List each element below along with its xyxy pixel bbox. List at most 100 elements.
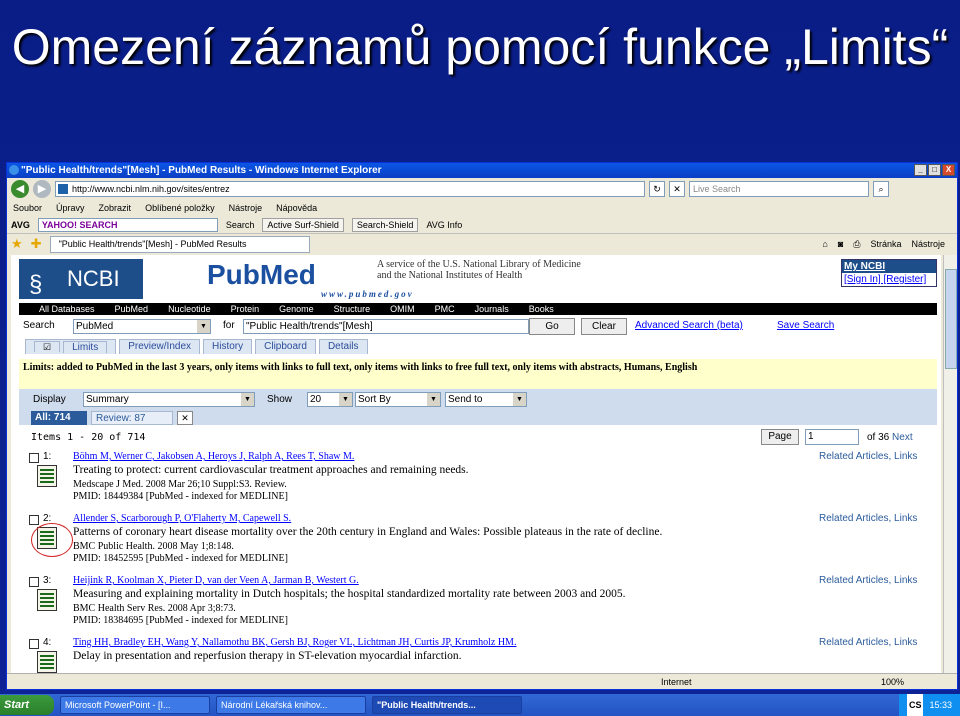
- menu-nastroje[interactable]: Nástroje: [229, 200, 263, 216]
- active-surf-shield-button[interactable]: Active Surf-Shield: [262, 217, 344, 232]
- result-checkbox[interactable]: [29, 577, 39, 587]
- window-title: "Public Health/trends"[Mesh] - PubMed Re…: [21, 165, 382, 176]
- db-all-databases[interactable]: All Databases: [39, 303, 95, 315]
- favorites-star-icon[interactable]: ★: [11, 236, 23, 252]
- my-ncbi-title[interactable]: My NCBI: [842, 260, 936, 273]
- document-icon[interactable]: [37, 465, 57, 487]
- advanced-search-link[interactable]: Advanced Search (beta): [635, 320, 743, 331]
- db-protein[interactable]: Protein: [231, 303, 260, 315]
- document-icon[interactable]: [37, 651, 57, 673]
- menu-upravy[interactable]: Úpravy: [56, 200, 85, 216]
- tab-clipboard[interactable]: Clipboard: [255, 339, 316, 354]
- checkbox-icon[interactable]: ☑: [34, 341, 61, 352]
- sign-in-register-links[interactable]: [Sign In] [Register]: [842, 273, 936, 286]
- add-favorites-icon[interactable]: ✚: [31, 236, 42, 252]
- clear-button[interactable]: Clear: [581, 318, 627, 335]
- window-titlebar: "Public Health/trends"[Mesh] - PubMed Re…: [7, 163, 957, 178]
- result-authors[interactable]: Ting HH, Bradley EH, Wang Y, Nallamothu …: [73, 637, 516, 648]
- taskbar-item-nlk[interactable]: Národní Lékařská knihov...: [216, 696, 366, 714]
- vertical-scrollbar[interactable]: [943, 255, 957, 675]
- result-pmid: PMID: 18452595 [PubMed - indexed for MED…: [73, 553, 288, 564]
- result-checkbox[interactable]: [29, 639, 39, 649]
- tab-limits[interactable]: ☑ Limits: [25, 339, 117, 354]
- db-pmc[interactable]: PMC: [435, 303, 455, 315]
- search-shield-button[interactable]: Search-Shield: [351, 217, 419, 232]
- search-query-input[interactable]: "Public Health/trends"[Mesh]: [243, 319, 529, 334]
- page-menu[interactable]: Stránka: [870, 239, 901, 250]
- forward-button[interactable]: ▶: [33, 180, 51, 198]
- db-structure[interactable]: Structure: [334, 303, 371, 315]
- search-icon[interactable]: ⌕: [873, 181, 889, 197]
- back-button[interactable]: ◀: [11, 180, 29, 198]
- menu-soubor[interactable]: Soubor: [13, 200, 42, 216]
- db-pubmed[interactable]: PubMed: [115, 303, 149, 315]
- result-checkbox[interactable]: [29, 515, 39, 525]
- search-label: Search: [23, 320, 55, 331]
- result-authors[interactable]: Allender S, Scarborough P, O'Flaherty M,…: [73, 513, 291, 524]
- chevron-down-icon: ▼: [339, 393, 352, 406]
- taskbar-item-pubmed[interactable]: "Public Health/trends...: [372, 696, 522, 714]
- minimize-button[interactable]: _: [914, 164, 927, 176]
- tab-pubmed-results[interactable]: "Public Health/trends"[Mesh] - PubMed Re…: [49, 235, 310, 253]
- print-icon[interactable]: ⎙: [853, 239, 860, 250]
- service-line-1[interactable]: A service of the U.S. National Library o…: [377, 259, 581, 270]
- yahoo-search-input[interactable]: YAHOO! SEARCH: [37, 217, 218, 232]
- related-articles-links[interactable]: Related Articles, Links: [819, 575, 917, 586]
- start-button[interactable]: Start: [0, 695, 54, 715]
- language-indicator[interactable]: CS: [906, 694, 924, 716]
- live-search-input[interactable]: Live Search: [689, 181, 869, 197]
- rss-icon[interactable]: ◙: [838, 239, 843, 250]
- tools-menu[interactable]: Nástroje: [911, 239, 945, 250]
- db-nucleotide[interactable]: Nucleotide: [168, 303, 211, 315]
- chevron-down-icon: ▼: [513, 393, 526, 406]
- avg-button[interactable]: AVG: [11, 220, 30, 230]
- tab-all-results[interactable]: All: 714: [31, 411, 87, 425]
- menu-oblibene[interactable]: Oblíbené položky: [145, 200, 215, 216]
- home-icon[interactable]: ⌂: [822, 239, 827, 250]
- result-checkbox[interactable]: [29, 453, 39, 463]
- related-articles-links[interactable]: Related Articles, Links: [819, 451, 917, 462]
- menu-zobrazit[interactable]: Zobrazit: [99, 200, 132, 216]
- avg-info-button[interactable]: AVG Info: [426, 220, 462, 230]
- tab-preview-index[interactable]: Preview/Index: [119, 339, 201, 354]
- zoom-level[interactable]: 100%: [881, 674, 904, 689]
- db-genome[interactable]: Genome: [279, 303, 314, 315]
- go-button[interactable]: Go: [529, 318, 575, 335]
- db-books[interactable]: Books: [529, 303, 554, 315]
- result-authors[interactable]: Böhm M, Werner C, Jakobsen A, Heroys J, …: [73, 451, 354, 462]
- save-search-link[interactable]: Save Search: [777, 320, 834, 331]
- related-articles-links[interactable]: Related Articles, Links: [819, 513, 917, 524]
- close-button[interactable]: X: [942, 164, 955, 176]
- result-authors[interactable]: Heijink R, Koolman X, Pieter D, van der …: [73, 575, 359, 586]
- ncbi-logo[interactable]: § NCBI: [19, 259, 143, 299]
- menu-napoveda[interactable]: Nápověda: [276, 200, 317, 216]
- refresh-icon[interactable]: ↻: [649, 181, 665, 197]
- taskbar-item-powerpoint[interactable]: Microsoft PowerPoint - [I...: [60, 696, 210, 714]
- display-format-select[interactable]: Summary ▼: [83, 392, 255, 407]
- page-button[interactable]: Page: [761, 429, 799, 445]
- url-field[interactable]: http://www.ncbi.nlm.nih.gov/sites/entrez: [55, 181, 645, 197]
- maximize-button[interactable]: □: [928, 164, 941, 176]
- database-select[interactable]: PubMed ▼: [73, 319, 211, 334]
- show-count-select[interactable]: 20 ▼: [307, 392, 353, 407]
- scrollbar-thumb[interactable]: [945, 269, 957, 369]
- service-line-2[interactable]: and the National Institutes of Health: [377, 270, 581, 281]
- db-journals[interactable]: Journals: [475, 303, 509, 315]
- toolbar-search-button[interactable]: Search: [226, 220, 255, 230]
- page-number-input[interactable]: 1: [805, 429, 859, 445]
- stop-icon[interactable]: ✕: [669, 181, 685, 197]
- menu-bar: Soubor Úpravy Zobrazit Oblíbené položky …: [7, 200, 957, 216]
- send-to-select[interactable]: Send to ▼: [445, 392, 527, 407]
- document-icon[interactable]: [37, 589, 57, 611]
- db-omim[interactable]: OMIM: [390, 303, 415, 315]
- tab-details[interactable]: Details: [318, 339, 368, 354]
- tab-review-results[interactable]: Review: 87: [91, 411, 173, 425]
- tools-icon[interactable]: ✕: [177, 411, 193, 425]
- address-bar: ◀ ▶ http://www.ncbi.nlm.nih.gov/sites/en…: [7, 178, 957, 200]
- next-page-link[interactable]: Next: [892, 432, 913, 443]
- result-title: Patterns of coronary heart disease morta…: [73, 526, 663, 538]
- pubmed-logo[interactable]: PubMed: [207, 259, 316, 291]
- sort-by-select[interactable]: Sort By ▼: [355, 392, 441, 407]
- related-articles-links[interactable]: Related Articles, Links: [819, 637, 917, 648]
- tab-history[interactable]: History: [203, 339, 253, 354]
